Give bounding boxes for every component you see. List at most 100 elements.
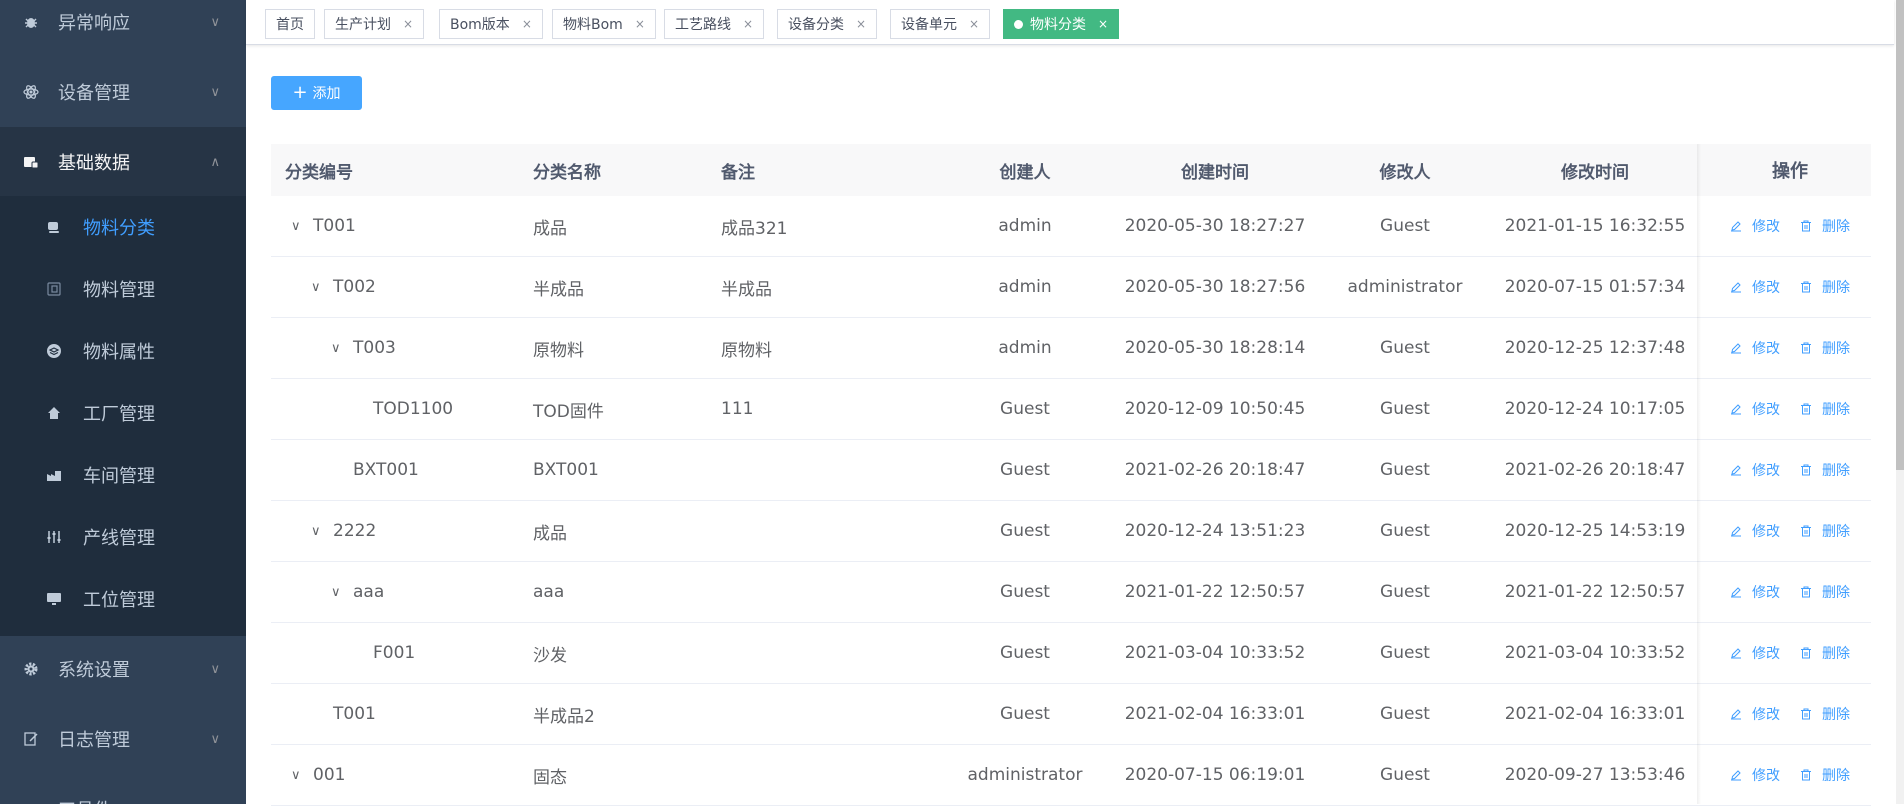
delete-button[interactable]: 删除 — [1800, 338, 1850, 358]
tag-equipment-unit[interactable]: 设备单元 × — [890, 9, 991, 39]
cell-operations: 修改 删除 — [1709, 562, 1871, 622]
header-code: 分类编号 — [285, 162, 353, 183]
edit-button[interactable]: 修改 — [1730, 704, 1780, 724]
tag-material-bom[interactable]: 物料Bom × — [552, 9, 656, 39]
sidebar-item-material-management[interactable]: 物料管理 — [0, 258, 246, 320]
tag-material-category[interactable]: 物料分类 × — [1003, 9, 1120, 39]
gear-icon — [22, 660, 40, 678]
sidebar-item-basic-data[interactable]: 基础数据 ∧ — [0, 127, 246, 197]
modifier: Guest — [1380, 643, 1430, 663]
delete-button[interactable]: 删除 — [1800, 765, 1850, 785]
edit-button[interactable]: 修改 — [1730, 643, 1780, 663]
close-icon[interactable]: × — [856, 17, 866, 31]
cell-code: ∨ 2222 — [271, 501, 521, 561]
modify-time: 2020-09-27 13:53:46 — [1504, 765, 1686, 785]
edit-label: 修改 — [1752, 585, 1780, 601]
edit-label: 修改 — [1752, 707, 1780, 723]
scrollbar-thumb[interactable] — [1896, 0, 1904, 470]
sidebar-item-production-line[interactable]: 产线管理 — [0, 506, 246, 568]
tag-bom-version[interactable]: Bom版本 × — [439, 9, 543, 39]
home-icon — [46, 405, 62, 421]
delete-button[interactable]: 删除 — [1800, 399, 1850, 419]
close-icon[interactable]: × — [522, 17, 532, 31]
close-icon[interactable]: × — [403, 17, 413, 31]
delete-button[interactable]: 删除 — [1800, 460, 1850, 480]
close-icon[interactable]: × — [969, 17, 979, 31]
edit-button[interactable]: 修改 — [1730, 399, 1780, 419]
create-time: 2020-12-09 10:50:45 — [1124, 399, 1306, 419]
expand-chevron-icon[interactable]: ∨ — [331, 341, 347, 356]
edit-button[interactable]: 修改 — [1730, 460, 1780, 480]
delete-label: 删除 — [1822, 219, 1850, 235]
edit-button[interactable]: 修改 — [1730, 582, 1780, 602]
sidebar-item-tools[interactable]: 工具件 — [0, 774, 246, 804]
category-code: T003 — [353, 338, 396, 358]
modify-time: 2021-03-04 10:33:52 — [1504, 643, 1686, 663]
delete-button[interactable]: 删除 — [1800, 582, 1850, 602]
edit-button[interactable]: 修改 — [1730, 521, 1780, 541]
expand-chevron-icon[interactable]: ∨ — [291, 219, 307, 234]
expand-chevron-icon[interactable]: ∨ — [311, 280, 327, 295]
cell-operations: 修改 删除 — [1709, 745, 1871, 805]
create-time: 2021-03-04 10:33:52 — [1124, 643, 1306, 663]
trash-icon — [1800, 403, 1817, 415]
edit-label: 修改 — [1752, 768, 1780, 784]
trash-icon — [1800, 647, 1817, 659]
tag-process-route[interactable]: 工艺路线 × — [664, 9, 765, 39]
delete-button[interactable]: 删除 — [1800, 521, 1850, 541]
creator: Guest — [1000, 704, 1050, 724]
sidebar-item-log-management[interactable]: 日志管理 ∨ — [0, 704, 246, 774]
category-code: aaa — [353, 582, 385, 602]
sidebar-item-equipment[interactable]: 设备管理 ∨ — [0, 57, 246, 127]
edit-button[interactable]: 修改 — [1730, 765, 1780, 785]
edit-button[interactable]: 修改 — [1730, 338, 1780, 358]
category-name: 成品 — [533, 523, 567, 544]
edit-label: 修改 — [1752, 402, 1780, 418]
cell-operations: 修改 删除 — [1709, 440, 1871, 500]
expand-chevron-icon[interactable]: ∨ — [291, 768, 307, 783]
close-icon[interactable]: × — [1098, 17, 1108, 31]
sidebar-item-factory[interactable]: 工厂管理 — [0, 382, 246, 444]
edit-button[interactable]: 修改 — [1730, 277, 1780, 297]
sidebar-item-label: 产线管理 — [83, 528, 155, 549]
expand-chevron-icon[interactable]: ∨ — [331, 585, 347, 600]
modify-time: 2021-02-26 20:18:47 — [1504, 460, 1686, 480]
edit-button[interactable]: 修改 — [1730, 216, 1780, 236]
chevron-down-icon: ∨ — [210, 84, 220, 100]
sidebar-item-label: 物料属性 — [83, 342, 155, 363]
table-row: ∨ T003 原物料 原物料 admin 2020-05-30 18:28:14 Guest… — [271, 318, 1871, 379]
sidebar-item-workshop[interactable]: 车间管理 — [0, 444, 246, 506]
cell-operations: 修改 删除 — [1709, 501, 1871, 561]
edit-label: 修改 — [1752, 219, 1780, 235]
sidebar-item-system-settings[interactable]: 系统设置 ∨ — [0, 634, 246, 704]
sidebar-item-material-attribute[interactable]: 物料属性 — [0, 320, 246, 382]
tag-equipment-category[interactable]: 设备分类 × — [777, 9, 878, 39]
expand-chevron-icon[interactable]: ∨ — [311, 524, 327, 539]
delete-button[interactable]: 删除 — [1800, 216, 1850, 236]
trash-icon — [1800, 525, 1817, 537]
close-icon[interactable]: × — [743, 17, 753, 31]
sidebar-item-label: 工具件 — [58, 796, 112, 804]
tag-home[interactable]: 首页 — [265, 9, 315, 39]
delete-button[interactable]: 删除 — [1800, 277, 1850, 297]
tag-production-plan[interactable]: 生产计划 × — [324, 9, 425, 39]
sidebar-item-workstation[interactable]: 工位管理 — [0, 568, 246, 630]
sidebar-item-material-category[interactable]: 物料分类 — [0, 196, 246, 258]
page-scrollbar[interactable] — [1896, 0, 1904, 804]
edit-icon — [1730, 464, 1747, 476]
delete-label: 删除 — [1822, 585, 1850, 601]
modifier: Guest — [1380, 460, 1430, 480]
tag-label: Bom版本 — [450, 17, 510, 33]
delete-button[interactable]: 删除 — [1800, 704, 1850, 724]
atom-icon — [22, 83, 40, 101]
table-row: ∨ 001 固态 administrator 2020-07-15 06:19:01 Gu… — [271, 745, 1871, 806]
edit-icon — [1730, 769, 1747, 781]
category-name: 原物料 — [533, 340, 584, 361]
add-button[interactable]: + 添加 — [271, 76, 362, 110]
tool-icon — [22, 800, 40, 804]
edit-icon — [22, 730, 40, 748]
trash-icon — [1800, 586, 1817, 598]
delete-button[interactable]: 删除 — [1800, 643, 1850, 663]
sidebar-item-exception[interactable]: 异常响应 ∨ — [0, 0, 246, 57]
close-icon[interactable]: × — [635, 17, 645, 31]
